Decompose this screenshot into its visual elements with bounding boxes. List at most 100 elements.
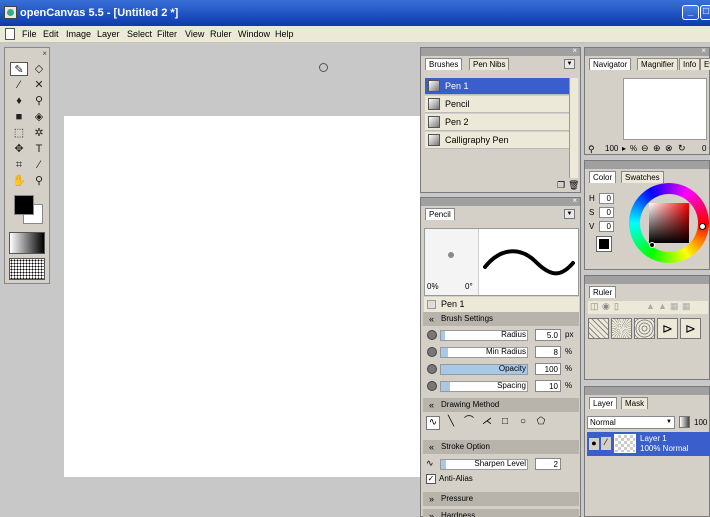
gradient-selector[interactable]	[9, 232, 45, 254]
ruler-shape-2-icon[interactable]: ▲	[658, 301, 667, 311]
fill-tool-icon[interactable]: ■	[10, 110, 28, 124]
drawing-canvas[interactable]	[64, 116, 420, 477]
menu-file[interactable]: File	[22, 29, 37, 39]
toolbox-close-icon[interactable]: ×	[42, 49, 47, 58]
water-tool-icon[interactable]: ⚲	[30, 94, 48, 108]
menu-edit[interactable]: Edit	[43, 29, 59, 39]
foreground-color-swatch[interactable]	[14, 195, 34, 215]
tab-pen-nibs[interactable]: Pen Nibs	[469, 58, 510, 70]
brush-item-pen-1[interactable]: Pen 1	[425, 78, 569, 95]
pencil-panel-close-icon[interactable]: ×	[572, 196, 577, 205]
navigator-panel-close-icon[interactable]: ×	[701, 46, 706, 55]
color-picker-handle[interactable]	[649, 242, 655, 248]
delete-brush-icon[interactable]: 🗑	[568, 180, 579, 191]
sharpen-value[interactable]: 2	[535, 458, 561, 470]
saturation-value-square[interactable]	[649, 203, 689, 243]
anti-alias-checkbox[interactable]: ✓	[426, 474, 436, 484]
navigator-preview[interactable]	[623, 78, 707, 140]
method-polygon-icon[interactable]: ⬠	[534, 416, 548, 430]
restore-button[interactable]: □	[700, 5, 710, 20]
method-curve-icon[interactable]: ⌒	[462, 416, 476, 430]
brush-lock-icon[interactable]: ⁄	[601, 437, 611, 450]
spacing-value[interactable]: 10	[535, 380, 561, 392]
crop-tool-icon[interactable]: ⌗	[10, 158, 28, 172]
pencil-menu-button[interactable]: ▼	[564, 209, 575, 219]
section-drawing-method[interactable]: Drawing Method	[423, 398, 579, 412]
ruler-visible-icon[interactable]: ◉	[602, 301, 610, 312]
brushes-scrollbar[interactable]	[569, 78, 578, 178]
menu-ruler[interactable]: Ruler	[210, 29, 232, 39]
pen-tool-icon[interactable]: ✎	[10, 62, 28, 76]
ruler-vanishing-icon[interactable]: ⊳	[680, 318, 701, 339]
tab-ruler[interactable]: Ruler	[589, 286, 617, 298]
tab-info[interactable]: Info	[679, 58, 701, 70]
hand-tool-icon[interactable]: ✋	[10, 174, 28, 188]
section-pressure[interactable]: Pressure	[423, 492, 579, 506]
saturation-field[interactable]: 0	[599, 207, 614, 218]
brush-item-pen-2[interactable]: Pen 2	[425, 114, 569, 131]
radius-value[interactable]: 5.0	[535, 329, 561, 341]
brush-item-calligraphy-pen[interactable]: Calligraphy Pen	[425, 132, 569, 149]
ruler-concentric-icon[interactable]	[634, 318, 655, 339]
tab-mask[interactable]: Mask	[621, 397, 649, 409]
tab-color[interactable]: Color	[589, 171, 617, 183]
layer-row-layer-1[interactable]: ● ⁄ Layer 1 100% Normal	[587, 432, 710, 456]
pattern-selector[interactable]	[9, 258, 45, 280]
section-hardness[interactable]: Hardness	[423, 509, 579, 517]
menu-image[interactable]: Image	[66, 29, 91, 39]
text-tool-icon[interactable]: T	[30, 142, 48, 156]
blend-mode-select[interactable]: Normal ▼	[587, 416, 675, 429]
menu-window[interactable]: Window	[238, 29, 270, 39]
zoom-step-icon[interactable]: ▸	[622, 144, 626, 153]
current-color-swatch[interactable]	[596, 236, 612, 252]
eyedropper-icon[interactable]: ⁄	[30, 158, 48, 172]
navigator-zoom-value[interactable]: 100	[605, 144, 618, 153]
menu-view[interactable]: View	[185, 29, 204, 39]
ruler-perspective-icon[interactable]: ⊳	[657, 318, 678, 339]
ruler-lock-icon[interactable]: ▯	[614, 301, 619, 312]
method-polyline-icon[interactable]: ⋌	[480, 416, 494, 430]
menu-layer[interactable]: Layer	[97, 29, 120, 39]
tab-pencil[interactable]: Pencil	[425, 208, 455, 220]
zoom-in-icon[interactable]: ⊕	[653, 143, 661, 154]
rotate-icon[interactable]: ↻	[678, 143, 686, 154]
magic-wand-icon[interactable]: ✲	[30, 126, 48, 140]
opacity-value[interactable]: 100	[535, 363, 561, 375]
tab-swatches[interactable]: Swatches	[621, 171, 664, 183]
brush-tool-icon[interactable]: ⁄	[10, 78, 28, 92]
select-tool-icon[interactable]: ⬚	[10, 126, 28, 140]
ruler-shape-3-icon[interactable]: ▦	[670, 301, 679, 312]
ruler-radial-icon[interactable]	[611, 318, 632, 339]
brush-item-pencil[interactable]: Pencil	[425, 96, 569, 113]
layer-opacity-value[interactable]: 100	[694, 418, 707, 427]
eye-icon[interactable]: ●	[589, 438, 599, 450]
section-brush-settings[interactable]: Brush Settings	[423, 312, 579, 326]
hue-field[interactable]: 0	[599, 193, 614, 204]
brushes-panel-close-icon[interactable]: ×	[572, 46, 577, 55]
zoom-out-icon[interactable]: ⊖	[641, 143, 649, 154]
menu-help[interactable]: Help	[275, 29, 294, 39]
tab-navigator[interactable]: Navigator	[589, 58, 632, 70]
zoom-fit-icon[interactable]: ⊗	[665, 143, 673, 154]
method-freehand-icon[interactable]: ∿	[426, 416, 440, 430]
min-radius-value[interactable]: 8	[535, 346, 561, 358]
blur-tool-icon[interactable]: ♦	[10, 94, 28, 108]
minimize-button[interactable]: _	[682, 5, 699, 20]
ruler-shape-1-icon[interactable]: ▲	[646, 301, 655, 311]
menu-filter[interactable]: Filter	[157, 29, 177, 39]
ruler-select-icon[interactable]: ◫	[590, 301, 599, 312]
value-field[interactable]: 0	[599, 221, 614, 232]
tab-layer[interactable]: Layer	[589, 397, 618, 409]
bucket-tool-icon[interactable]: ◈	[30, 110, 48, 124]
new-brush-icon[interactable]: ❐	[557, 180, 565, 191]
tab-magnifier[interactable]: Magnifier	[637, 58, 678, 70]
hue-handle[interactable]	[699, 223, 706, 230]
brushes-menu-button[interactable]: ▼	[564, 59, 575, 69]
eraser-tool-icon[interactable]: ◇	[30, 62, 48, 76]
method-rectangle-icon[interactable]: □	[498, 416, 512, 430]
menu-select[interactable]: Select	[127, 29, 152, 39]
tab-event[interactable]: Eve	[700, 58, 710, 70]
move-tool-icon[interactable]: ✥	[10, 142, 28, 156]
airbrush-tool-icon[interactable]: ✕	[30, 78, 48, 92]
hue-wheel[interactable]	[629, 183, 709, 263]
